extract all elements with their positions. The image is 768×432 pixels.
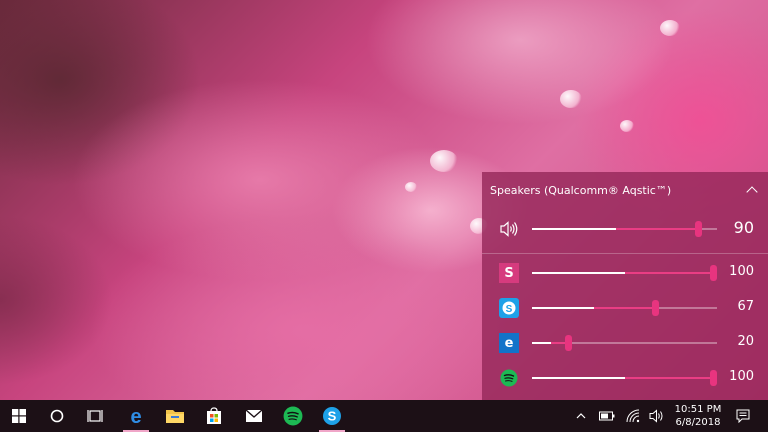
app-volume-value: 100	[729, 369, 754, 384]
slider-thumb[interactable]	[710, 370, 717, 386]
water-drop	[660, 20, 680, 36]
water-drop	[560, 90, 582, 108]
task-view-icon[interactable]	[76, 400, 114, 432]
app-volume-row-edge: e 20	[482, 328, 768, 358]
master-volume-value: 90	[733, 218, 754, 237]
chevron-up-icon[interactable]	[746, 186, 758, 198]
app-volume-row-spotify: 100	[482, 363, 768, 393]
windows-start-icon[interactable]	[0, 400, 38, 432]
slider-fill	[532, 307, 594, 309]
slider-thumb[interactable]	[695, 221, 702, 237]
network-icon[interactable]	[622, 400, 644, 432]
svg-text:S: S	[328, 409, 337, 424]
app-volume-value: 20	[737, 334, 754, 349]
app-volume-value: 67	[737, 299, 754, 314]
slider-fill-accent	[625, 272, 717, 274]
edge-icon[interactable]: e	[499, 333, 519, 353]
cortana-icon[interactable]	[38, 400, 76, 432]
taskbar: e S 10:51 PM 6/8/2018	[0, 400, 768, 432]
volume-icon[interactable]	[646, 400, 668, 432]
app-volume-slider[interactable]	[532, 300, 717, 316]
svg-text:e: e	[130, 406, 141, 426]
slider-thumb[interactable]	[652, 300, 659, 316]
skype-icon[interactable]: S	[313, 400, 351, 432]
water-drop	[430, 150, 458, 172]
speaker-icon[interactable]	[499, 219, 519, 239]
slider-fill	[532, 342, 551, 344]
device-header[interactable]: Speakers (Qualcomm® Aqstic™)	[482, 172, 768, 208]
slider-fill-accent	[594, 307, 656, 309]
slider-fill	[532, 272, 625, 274]
s-app-icon[interactable]: S	[499, 263, 519, 283]
master-volume-slider[interactable]	[532, 221, 717, 237]
water-drop	[405, 182, 417, 192]
app-volume-slider[interactable]	[532, 370, 717, 386]
slider-thumb[interactable]	[710, 265, 717, 281]
clock-date: 6/8/2018	[675, 417, 721, 428]
master-volume-row: 90	[482, 214, 768, 244]
spotify-icon[interactable]	[499, 368, 519, 388]
clock[interactable]: 10:51 PM 6/8/2018	[666, 403, 730, 429]
app-volume-value: 100	[729, 264, 754, 279]
show-hidden-icons-chevron-icon[interactable]	[570, 400, 592, 432]
slider-fill	[532, 228, 616, 230]
store-icon[interactable]	[195, 400, 233, 432]
svg-text:S: S	[506, 304, 513, 315]
device-name: Speakers (Qualcomm® Aqstic™)	[490, 183, 672, 197]
divider	[482, 253, 768, 254]
spotify-icon[interactable]	[274, 400, 312, 432]
app-volume-row-skype: S 67	[482, 293, 768, 323]
slider-fill	[532, 377, 625, 379]
app-volume-slider[interactable]	[532, 265, 717, 281]
file-explorer-icon[interactable]	[156, 400, 194, 432]
water-drop	[620, 120, 634, 132]
slider-thumb[interactable]	[565, 335, 572, 351]
action-center-icon[interactable]	[732, 400, 754, 432]
app-volume-row-s-app: S 100	[482, 258, 768, 288]
slider-fill-accent	[616, 228, 699, 230]
edge-icon[interactable]: e	[117, 400, 155, 432]
slider-fill-accent	[625, 377, 717, 379]
clock-time: 10:51 PM	[674, 404, 722, 415]
app-volume-slider[interactable]	[532, 335, 717, 351]
volume-mixer-flyout: Speakers (Qualcomm® Aqstic™) 90 S 100 S …	[482, 172, 768, 400]
mail-icon[interactable]	[235, 400, 273, 432]
skype-icon[interactable]: S	[499, 298, 519, 318]
battery-icon[interactable]	[596, 400, 618, 432]
